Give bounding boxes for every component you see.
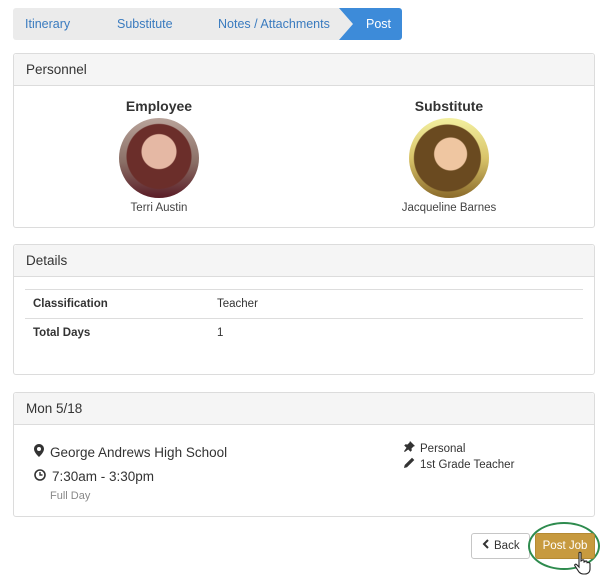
absence-info: Personal 1st Grade Teacher: [404, 441, 514, 473]
panel-title: Personnel: [14, 54, 594, 86]
substitute-card: Substitute Jacqueline Barnes: [399, 98, 499, 214]
substitute-name: Jacqueline Barnes: [401, 202, 497, 214]
panel-title: Mon 5/18: [14, 393, 594, 425]
back-button[interactable]: Back: [471, 533, 530, 559]
step-label: Substitute: [117, 17, 173, 31]
position-row: 1st Grade Teacher: [404, 457, 514, 473]
school-name: George Andrews High School: [50, 445, 228, 460]
detail-key: Classification: [33, 298, 108, 310]
employee-card: Employee Terri Austin: [114, 98, 204, 214]
step-notes-attachments[interactable]: Notes / Attachments: [188, 8, 355, 40]
detail-value: 1: [217, 327, 224, 339]
duration-label: Full Day: [50, 490, 91, 502]
step-itinerary[interactable]: Itinerary: [13, 8, 107, 40]
step-label: Post: [366, 17, 392, 31]
position-name: 1st Grade Teacher: [420, 459, 515, 471]
step-label: Itinerary: [25, 17, 71, 31]
hand-cursor-icon: [574, 551, 592, 580]
clock-icon: [34, 465, 52, 489]
details-table: Classification Teacher Total Days 1: [25, 289, 583, 348]
employee-heading: Employee: [125, 98, 193, 114]
panel-title: Details: [14, 245, 594, 277]
map-marker-icon: [34, 441, 50, 465]
time-range: 7:30am - 3:30pm: [52, 469, 155, 484]
step-substitute[interactable]: Substitute: [91, 8, 204, 40]
pencil-icon: [404, 457, 420, 473]
table-row: Classification Teacher: [25, 290, 583, 319]
employee-name: Terri Austin: [130, 202, 188, 214]
thumbtack-icon: [404, 441, 420, 457]
day-panel: Mon 5/18 George Andrews High School 7:30…: [13, 392, 595, 517]
step-label: Notes / Attachments: [218, 17, 330, 31]
back-label: Back: [494, 540, 520, 552]
location-block: George Andrews High School 7:30am - 3:30…: [34, 441, 227, 503]
substitute-heading: Substitute: [414, 98, 484, 114]
location-row: George Andrews High School: [34, 441, 227, 465]
time-row: 7:30am - 3:30pm: [34, 465, 227, 489]
employee-avatar: [119, 118, 199, 198]
chevron-left-icon: [482, 534, 494, 558]
detail-value: Teacher: [217, 298, 258, 310]
absence-reason: Personal: [420, 443, 466, 455]
personnel-panel: Personnel Employee Terri Austin Substitu…: [13, 53, 595, 228]
table-row: Total Days 1: [25, 319, 583, 348]
detail-key: Total Days: [33, 327, 91, 339]
details-panel: Details Classification Teacher Total Day…: [13, 244, 595, 375]
reason-row: Personal: [404, 441, 514, 457]
substitute-avatar: [409, 118, 489, 198]
